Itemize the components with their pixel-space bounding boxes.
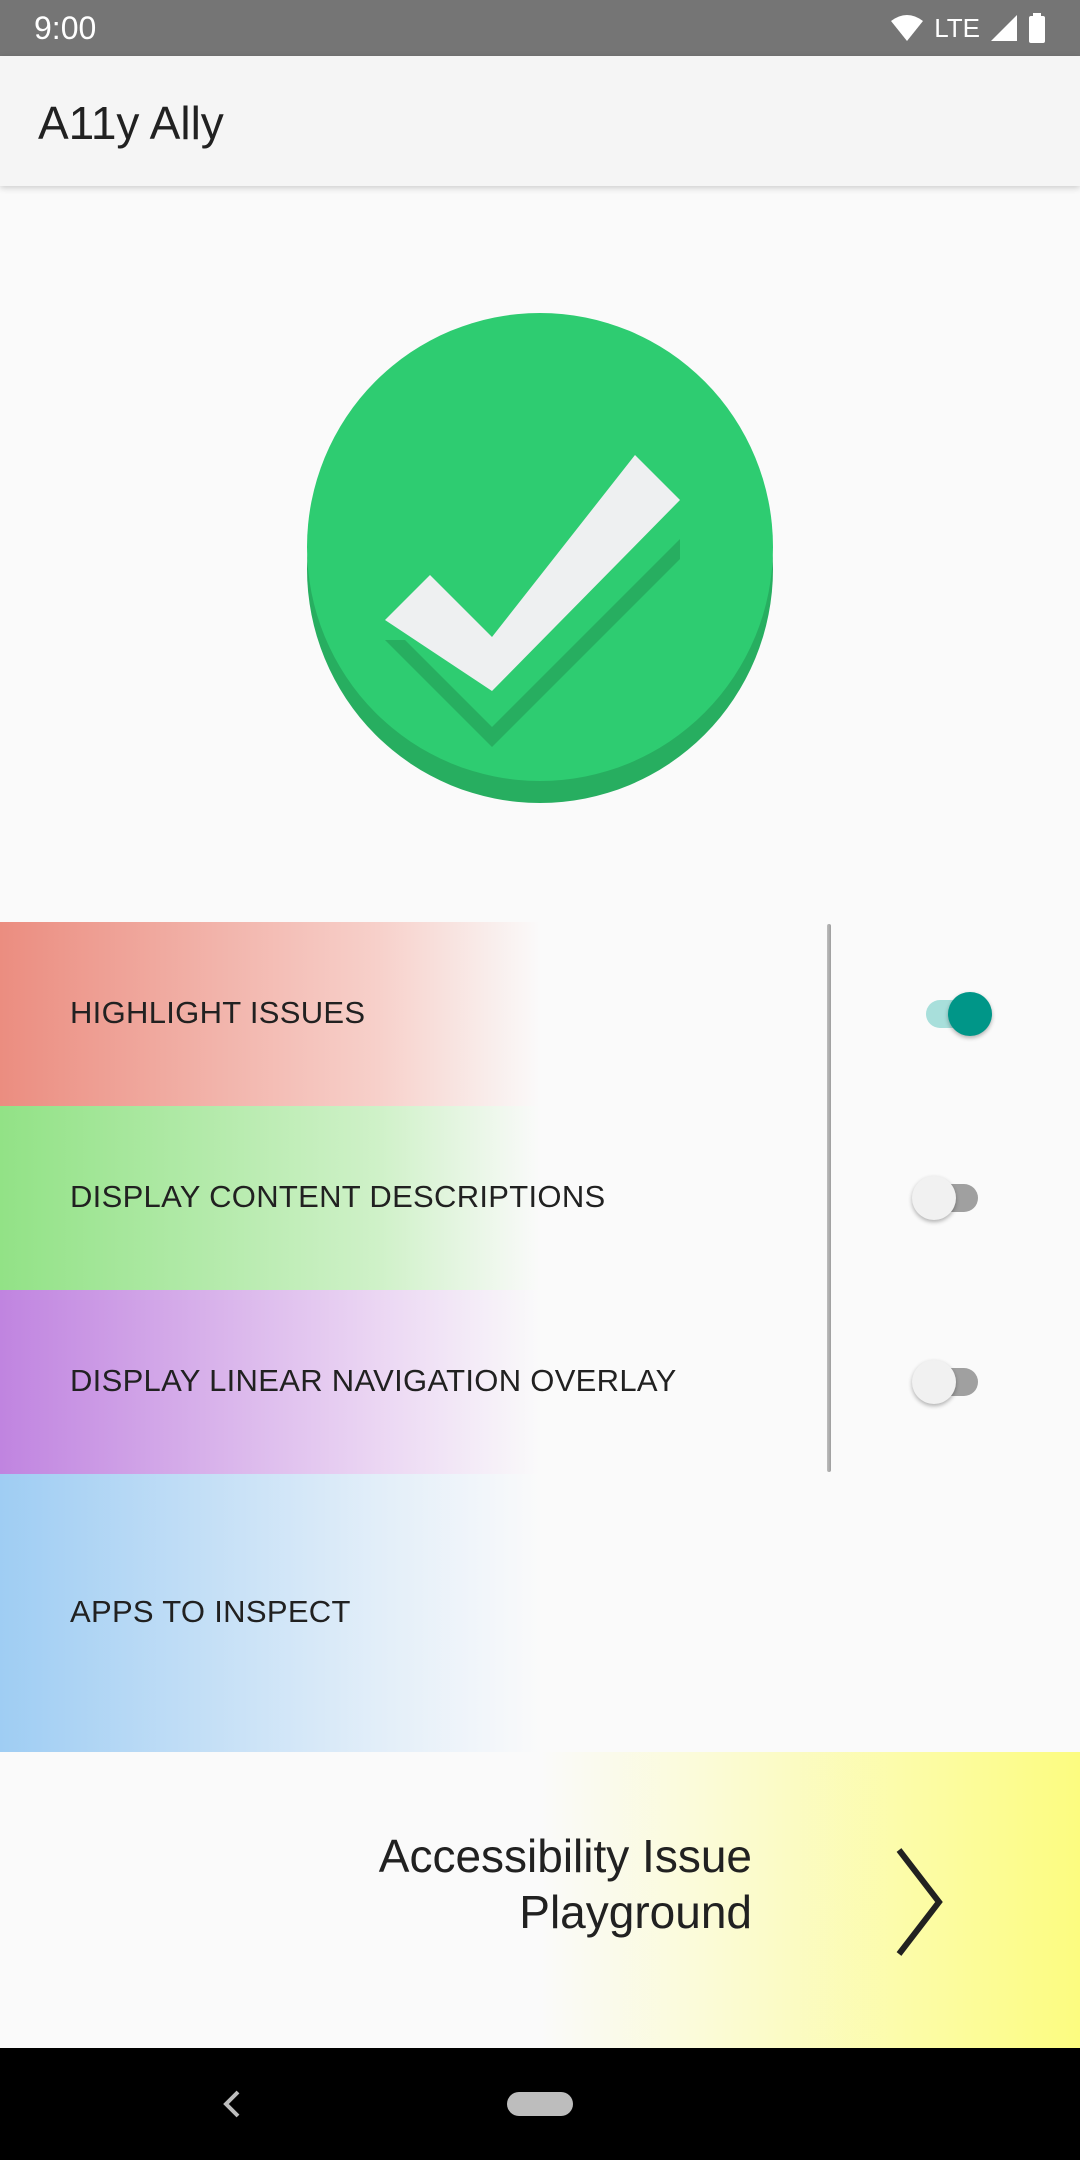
apps-to-inspect-label: APPS TO INSPECT	[70, 1594, 351, 1629]
chevron-right-icon	[896, 1848, 943, 1956]
toggle-thumb	[948, 992, 992, 1036]
playground-title: Accessibility Issue Playground	[152, 1828, 752, 1940]
highlight-issues-toggle[interactable]	[900, 984, 992, 1044]
navigation-bar	[0, 2048, 1080, 2160]
status-bar: 9:00 LTE	[0, 0, 1080, 56]
app-title: A11y Ally	[38, 97, 224, 149]
checkmark-circle-icon	[307, 313, 773, 803]
linear-navigation-label: DISPLAY LINEAR NAVIGATION OVERLAY	[70, 1363, 677, 1398]
app-bar: A11y Ally	[0, 56, 1080, 186]
apps-to-inspect-row[interactable]: APPS TO INSPECT	[0, 1474, 1080, 1752]
battery-icon	[1029, 13, 1045, 43]
status-icons: LTE	[890, 12, 1046, 44]
content-descriptions-toggle[interactable]	[904, 1168, 994, 1228]
playground-title-line1: Accessibility Issue	[378, 1830, 752, 1882]
cell-signal-icon	[991, 15, 1017, 41]
wifi-icon	[891, 15, 924, 41]
vertical-divider	[827, 924, 831, 1472]
network-type: LTE	[934, 12, 980, 43]
toggle-thumb	[912, 1360, 956, 1404]
playground-row[interactable]: Accessibility Issue Playground	[0, 1752, 1080, 2048]
content-descriptions-label: DISPLAY CONTENT DESCRIPTIONS	[70, 1179, 606, 1214]
playground-title-line2: Playground	[519, 1886, 752, 1938]
status-time: 9:00	[34, 10, 97, 46]
highlight-issues-label: HIGHLIGHT ISSUES	[70, 995, 366, 1030]
back-icon[interactable]	[218, 2086, 244, 2122]
toggle-thumb	[912, 1176, 956, 1220]
linear-navigation-toggle[interactable]	[904, 1352, 994, 1412]
home-pill-icon[interactable]	[507, 2092, 573, 2116]
